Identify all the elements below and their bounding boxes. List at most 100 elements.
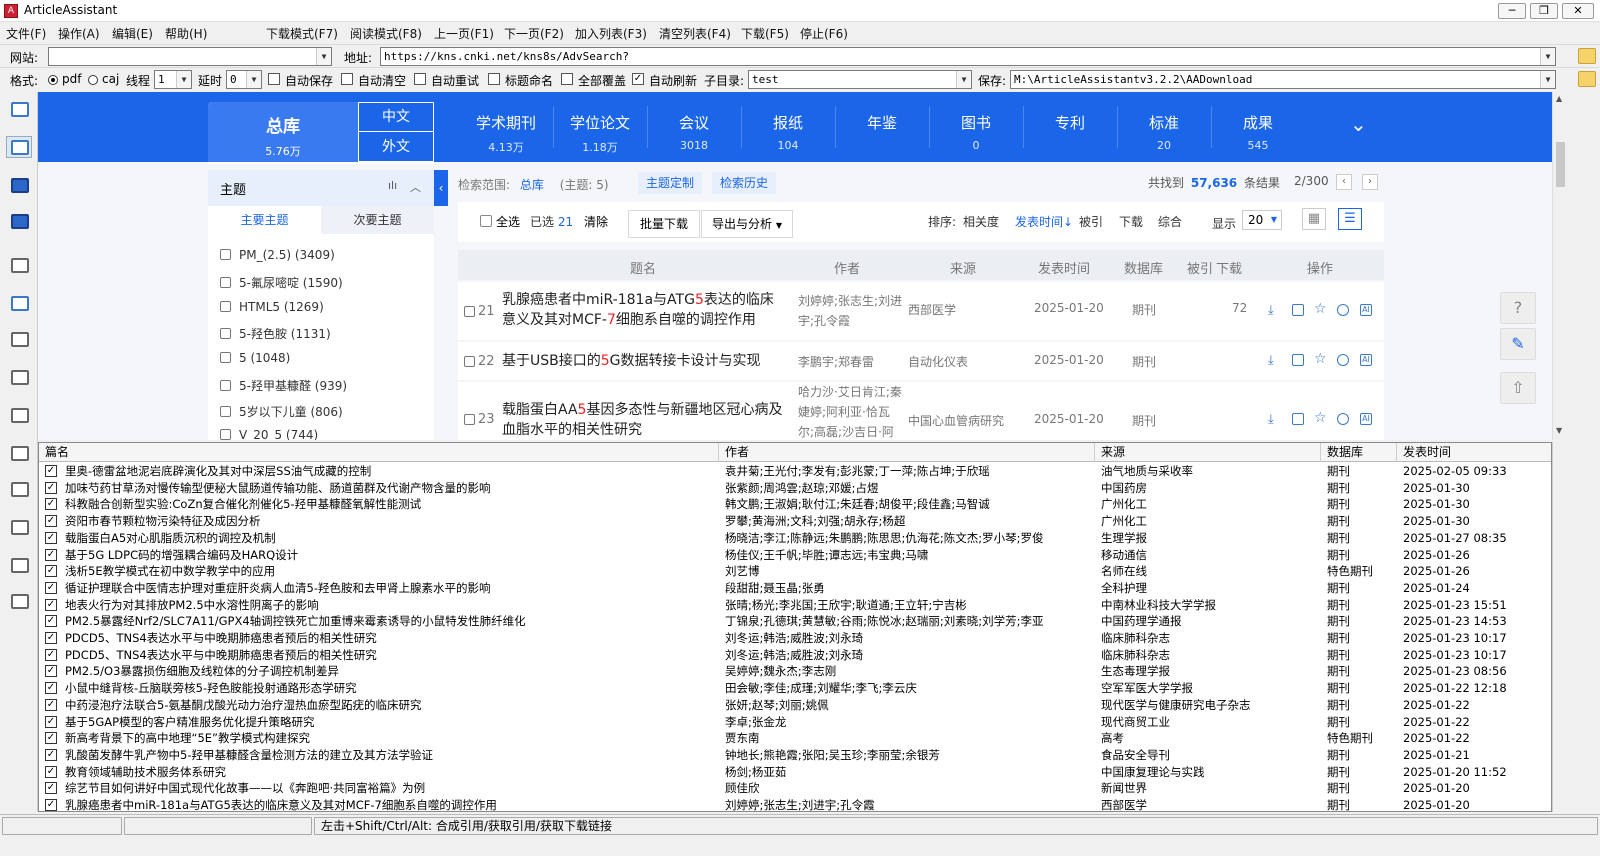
list-row-checkbox[interactable]: ✓ (45, 782, 57, 795)
select-all-checkbox[interactable] (480, 215, 492, 227)
list-row[interactable]: ✓ PM2.5暴露经Nrf2/SLC7A11/GPX4轴调控铁死亡加重博来霉素诱导… (39, 613, 1551, 630)
list-row-checkbox[interactable]: ✓ (45, 682, 57, 695)
upload-button[interactable] (6, 478, 32, 500)
result-title-link[interactable]: 基于USB接口的5G数据转接卡设计与实现 (502, 351, 786, 371)
title-naming-checkbox[interactable] (488, 73, 500, 85)
select-all-label[interactable]: 全选 (496, 213, 520, 230)
list-row[interactable]: ✓ PDCD5、TNS4表达水平与中晚期肺癌患者预后的相关性研究 刘冬运;韩浩;威胜… (39, 647, 1551, 664)
star-icon[interactable]: ☆ (1314, 301, 1327, 317)
list-row[interactable]: ✓ 乳腺癌患者中miR-181a与ATG5表达的临床意义及其对MCF-7细胞系自噬… (39, 797, 1551, 811)
topic-custom-button[interactable]: 主题定制 (638, 172, 703, 194)
html-icon[interactable] (1292, 304, 1304, 316)
sort-publish-time[interactable]: 发表时间↓ (1015, 213, 1073, 230)
list-row-checkbox[interactable]: ✓ (45, 598, 57, 611)
checkbox[interactable] (220, 328, 231, 339)
expand-chevron-icon[interactable]: ⌄ (1350, 112, 1367, 136)
list-row-checkbox[interactable]: ✓ (45, 531, 57, 544)
forward-button[interactable] (6, 404, 32, 426)
tab-conferences[interactable]: 会议 3018 (648, 112, 740, 152)
site-combo[interactable]: ▼ (48, 47, 332, 66)
subdir-combo[interactable]: test ▼ (748, 70, 972, 89)
clear-button[interactable]: 清除 (584, 213, 608, 230)
foreign-tab[interactable]: 外文 (358, 132, 434, 162)
menu-next-page[interactable]: 下一页(F2) (504, 25, 564, 42)
sort-relevance[interactable]: 相关度 (963, 213, 999, 230)
list-view-button[interactable] (6, 328, 32, 350)
result-title-link[interactable]: 乳腺癌患者中miR-181a与ATG5表达的临床意义及其对MCF-7细胞系自噬的… (502, 290, 786, 330)
import-button[interactable] (6, 174, 32, 196)
row-checkbox[interactable] (464, 414, 475, 425)
list-row[interactable]: ✓ PM2.5/O3暴露损伤细胞及线粒体的分子调控机制差异 吴婷婷;魏永杰;李志刚 生… (39, 663, 1551, 680)
list-layout-icon[interactable]: ☰ (1338, 208, 1362, 230)
list-row[interactable]: ✓ 综艺节目如何讲好中国式现代化故事——以《奔跑吧·共同富裕篇》为例 顾佳欣 新闻世界… (39, 780, 1551, 797)
star-icon[interactable]: ☆ (1314, 351, 1327, 367)
list-row[interactable]: ✓ 循证护理联合中医情志护理对重症肝炎病人血清5-羟色胺和去甲肾上腺素水平的影响 段… (39, 580, 1551, 597)
chinese-tab[interactable]: 中文 (358, 102, 434, 132)
facet-item[interactable]: PM_(2.5) (3409) (220, 248, 335, 262)
overwrite-all-checkbox[interactable] (561, 73, 573, 85)
list-col-date[interactable]: 发表时间 (1397, 443, 1551, 462)
tab-patents[interactable]: 专利 (1024, 112, 1116, 139)
auto-retry-checkbox[interactable] (414, 73, 426, 85)
back-button[interactable] (6, 442, 32, 464)
tab-newspapers[interactable]: 报纸 104 (742, 112, 834, 152)
facet-item[interactable]: 5-氟尿嘧啶 (1590) (220, 274, 343, 291)
list-row-checkbox[interactable]: ✓ (45, 565, 57, 578)
list-row-checkbox[interactable]: ✓ (45, 632, 57, 644)
display-count-select[interactable]: 20 ▼ (1242, 210, 1282, 230)
grid-layout-icon[interactable]: ▦ (1302, 208, 1326, 230)
menu-download[interactable]: 下载(F5) (741, 25, 789, 42)
export-button[interactable] (6, 210, 32, 232)
menu-prev-page[interactable]: 上一页(F1) (434, 25, 494, 42)
list-col-author[interactable]: 作者 (719, 443, 1095, 462)
list-row[interactable]: ✓ 地表火行为对其排放PM2.5中水溶性阴离子的影响 张晴;杨光;李兆国;王欣宇;耿… (39, 597, 1551, 614)
facet-item[interactable]: 5岁以下儿童 (806) (220, 403, 343, 420)
auto-save-checkbox[interactable] (268, 73, 280, 85)
list-scrollbar[interactable] (1552, 442, 1568, 812)
card-view-button[interactable] (6, 254, 32, 276)
list-row-checkbox[interactable]: ✓ (45, 515, 57, 528)
tab-standards[interactable]: 标准 20 (1118, 112, 1210, 152)
star-icon[interactable]: ☆ (1314, 410, 1327, 426)
list-row[interactable]: ✓ 乳酸菌发酵牛乳产物中5-羟甲基糠醛含量检测方法的建立及其方法学验证 钟地长;熊艳… (39, 747, 1551, 764)
result-authors[interactable]: 哈力沙·艾日肯江;秦婕婷;阿利亚·恰瓦尔;高磊;沙吉日·阿 (798, 382, 904, 440)
help-bubble-icon[interactable]: ? (1500, 292, 1536, 324)
restore-button[interactable]: ❐ (1530, 3, 1558, 19)
go-icon[interactable] (1578, 48, 1596, 64)
result-source[interactable]: 中国心血管病研究 (908, 412, 1004, 429)
cite-icon[interactable] (1337, 354, 1349, 366)
list-col-title[interactable]: 篇名 (39, 443, 719, 462)
cite-icon[interactable] (1337, 304, 1349, 316)
list-row-checkbox[interactable]: ✓ (45, 732, 57, 745)
tab-secondary-topic[interactable]: 次要主题 (321, 206, 434, 234)
facet-item[interactable]: 5 (1048) (220, 351, 290, 365)
grid-view-button[interactable] (6, 366, 32, 388)
save-path-combo[interactable]: M:\ArticleAssistantv3.2.2\AADownload ▼ (1010, 70, 1556, 89)
compare-button[interactable] (6, 590, 32, 612)
cite-icon[interactable] (1337, 413, 1349, 425)
row-checkbox[interactable] (464, 306, 475, 317)
list-row[interactable]: ✓ 里奥-德雷盆地泥岩底辟演化及其对中深层SS油气成藏的控制 袁井菊;王光付;李发有… (39, 463, 1551, 480)
facet-item[interactable]: HTML5 (1269) (220, 300, 324, 314)
web-scrollbar[interactable]: ▲ ▼ (1552, 92, 1568, 440)
list-row[interactable]: ✓ 科教融合创新型实验:CoZn复合催化剂催化5-羟甲基糠醛氧解性能测试 韩文鹏;王… (39, 496, 1551, 513)
prev-page-button[interactable]: ‹ (1336, 174, 1352, 190)
tab-theses[interactable]: 学位论文 1.18万 (554, 112, 646, 155)
list-row[interactable]: ✓ 中药浸泡疗法联合5-氨基酮戊酸光动力治疗湿热血瘀型跖疣的临床研究 张妍;赵琴;刘… (39, 697, 1551, 714)
list-row-checkbox[interactable]: ✓ (45, 465, 57, 477)
caj-radio[interactable] (88, 75, 98, 85)
checkbox[interactable] (220, 249, 231, 260)
web-view-button[interactable] (6, 136, 32, 158)
download-icon[interactable]: ⤓ (1268, 412, 1280, 427)
checkbox[interactable] (220, 301, 231, 312)
sort-download[interactable]: 下载 (1119, 213, 1143, 230)
thread-select[interactable]: 1 ▼ (154, 70, 192, 89)
browser-view-button[interactable] (6, 98, 32, 120)
sort-cited[interactable]: 被引 (1079, 213, 1103, 230)
minimize-button[interactable]: ─ (1498, 3, 1526, 19)
auto-clear-checkbox[interactable] (341, 73, 353, 85)
collapse-panel-button[interactable]: ‹ (434, 170, 448, 206)
download-icon[interactable]: ⤓ (1268, 303, 1280, 318)
pdf-radio[interactable] (48, 75, 58, 85)
tab-journals[interactable]: 学术期刊 4.13万 (460, 112, 552, 155)
